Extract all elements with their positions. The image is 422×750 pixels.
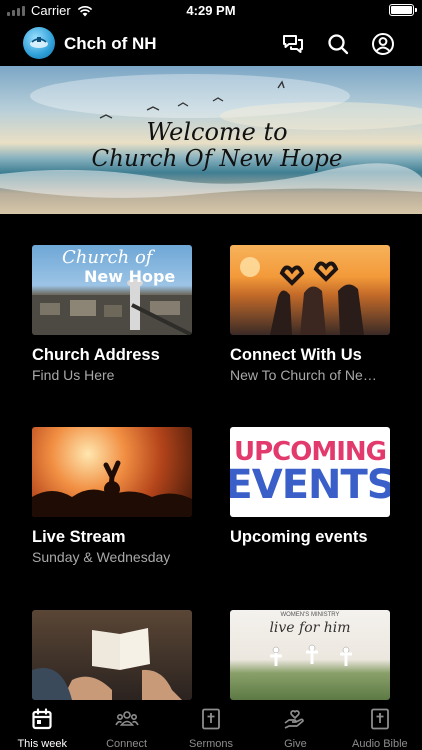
status-bar: Carrier 4:29 PM: [0, 0, 422, 22]
upcoming-events-thumbnail: UPCOMING EVENTS: [230, 427, 390, 517]
calendar-icon: [32, 708, 52, 730]
tab-label: Audio Bible: [352, 738, 408, 750]
card-title: Upcoming events: [230, 528, 368, 546]
search-icon[interactable]: [326, 32, 350, 56]
bottom-tab-bar: This week Connect Sermons Give Audio Bib…: [0, 701, 422, 750]
tab-label: Sermons: [189, 738, 234, 750]
card-subtitle: Sunday & Wednesday: [32, 549, 171, 565]
app-title: Chch of NH: [64, 34, 157, 53]
bible-study-thumbnail: [32, 610, 192, 700]
worship-crowd-illustration: [32, 460, 192, 517]
hero-banner[interactable]: Welcome to Church Of New Hope: [0, 66, 422, 214]
status-time: 4:29 PM: [186, 3, 236, 18]
bible-cross-icon: [202, 708, 220, 730]
thumb-title-line2: New Hope: [84, 267, 176, 286]
logo-globe-icon: [30, 37, 48, 48]
tab-this-week[interactable]: This week: [0, 701, 84, 750]
hero-title-line1: Welcome to: [146, 118, 288, 146]
battery-icon: [389, 4, 417, 16]
card-church-address[interactable]: Church of New Hope Church Address Find U…: [32, 245, 194, 383]
card-subtitle: New To Church of New Hope: [230, 367, 386, 383]
thumb-events-text: EVENTS: [230, 462, 390, 508]
women-jumping-illustration: [270, 644, 352, 666]
church-address-thumbnail: Church of New Hope: [32, 245, 192, 335]
card-connect-with-us[interactable]: Connect With Us New To Church of New Hop…: [230, 245, 392, 383]
tab-label: This week: [17, 738, 67, 750]
womens-ministry-thumbnail: WOMEN'S MINISTRY live for him: [230, 610, 390, 700]
card-title: Live Stream: [32, 528, 126, 546]
card-subtitle: Find Us Here: [32, 367, 115, 383]
tab-connect[interactable]: Connect: [84, 701, 168, 750]
open-bible-illustration: [32, 628, 182, 700]
tab-give[interactable]: Give: [253, 701, 337, 750]
thumb-title-line1: Church of: [62, 247, 153, 268]
audio-bible-icon: [370, 708, 389, 730]
app-header: Chch of NH: [0, 22, 422, 66]
profile-icon[interactable]: [371, 32, 395, 56]
card-upcoming-events[interactable]: UPCOMING EVENTS Upcoming events: [230, 427, 392, 547]
card-live-stream[interactable]: Live Stream Sunday & Wednesday: [32, 427, 194, 565]
tab-label: Give: [284, 738, 307, 750]
friends-heart-hands-illustration: [240, 257, 364, 335]
card-title: Church Address: [32, 346, 160, 364]
give-hand-icon: [284, 710, 305, 729]
connect-thumbnail: [230, 245, 390, 335]
card-womens-ministry[interactable]: WOMEN'S MINISTRY live for him: [230, 610, 392, 700]
chat-icon[interactable]: [281, 32, 305, 56]
app-logo: [23, 27, 55, 59]
card-bible-study[interactable]: [32, 610, 194, 700]
tab-sermons[interactable]: Sermons: [169, 701, 253, 750]
tab-label: Connect: [106, 738, 148, 750]
tab-audio-bible[interactable]: Audio Bible: [338, 701, 422, 750]
live-stream-thumbnail: [32, 427, 192, 517]
card-title: Connect With Us: [230, 346, 362, 364]
group-icon: [114, 711, 139, 726]
hero-title-line2: Church Of New Hope: [91, 146, 343, 172]
